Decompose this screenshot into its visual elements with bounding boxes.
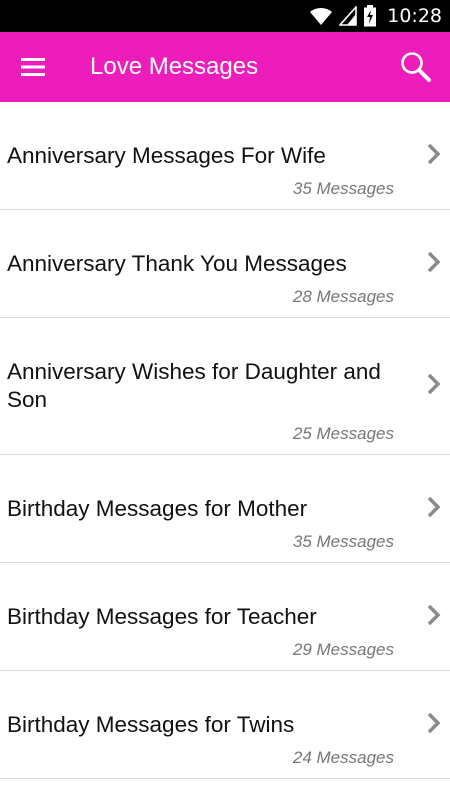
chevron-right-icon [427,251,441,273]
chevron-right-icon [427,373,441,395]
message-count: 28 Messages [292,287,394,306]
message-count: 35 Messages [292,179,394,198]
chevron-right-icon [427,712,441,734]
category-list: Anniversary Messages For Wife 35 Message… [0,102,450,779]
search-button[interactable] [396,47,436,87]
signal-icon [339,6,358,26]
list-item[interactable]: Birthday Messages for Twins 24 Messages [0,671,450,779]
app-bar: Love Messages [0,32,450,102]
item-title: Birthday Messages for Twins [7,712,295,737]
message-count: 35 Messages [292,532,394,551]
wifi-icon [310,7,333,26]
message-count: 25 Messages [292,424,394,443]
status-icons: 10:28 [309,4,442,28]
list-item[interactable]: Birthday Messages for Mother 35 Messages [0,455,450,563]
list-item[interactable]: Anniversary Thank You Messages 28 Messag… [0,210,450,318]
chevron-right-icon [427,604,441,626]
item-title: Anniversary Messages For Wife [7,143,326,168]
list-item[interactable]: Anniversary Wishes for Daughter and Son … [0,318,450,455]
chevron-right-icon [427,143,441,165]
chevron-right-icon [427,496,441,518]
list-item[interactable]: Anniversary Messages For Wife 35 Message… [0,102,450,210]
item-title: Anniversary Thank You Messages [7,251,347,276]
status-bar: 10:28 [0,0,450,32]
status-time: 10:28 [387,5,442,27]
item-title: Birthday Messages for Mother [7,496,308,521]
search-icon [401,52,431,82]
hamburger-menu-icon [21,58,45,76]
item-title: Anniversary Wishes for Daughter and Son [7,359,381,412]
message-count: 29 Messages [292,640,394,659]
page-title: Love Messages [90,53,259,80]
message-count: 24 Messages [292,748,394,767]
item-title: Birthday Messages for Teacher [7,604,317,629]
list-item[interactable]: Birthday Messages for Teacher 29 Message… [0,563,450,671]
menu-button[interactable] [14,49,54,85]
battery-charging-icon [364,5,377,27]
